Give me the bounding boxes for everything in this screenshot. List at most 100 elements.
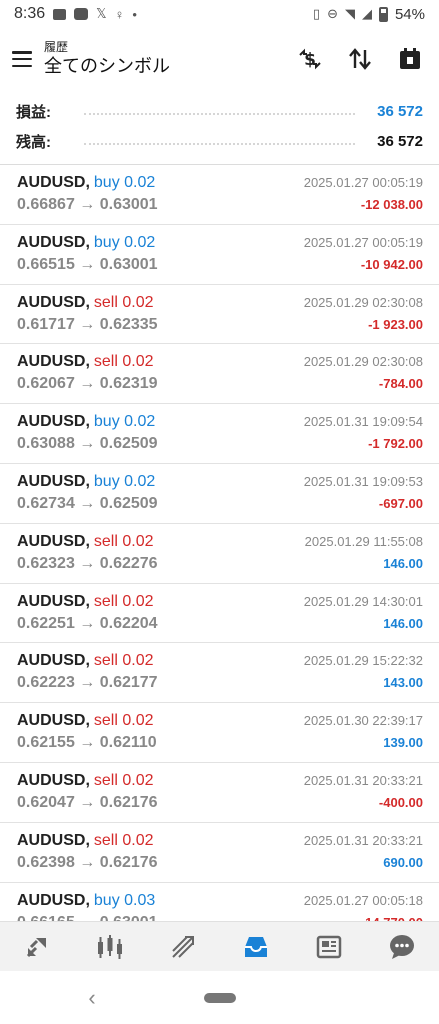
- profit-loss-row: 損益: 36 572: [0, 96, 439, 126]
- trade-symbol: AUDUSD,: [17, 712, 90, 730]
- trade-prices: 0.63088 → 0.62509: [17, 435, 158, 453]
- back-icon[interactable]: ‹: [82, 985, 102, 1010]
- trade-side-volume: buy 0.02: [93, 413, 156, 431]
- app-bar-titles[interactable]: 履歴 全てのシンボル: [44, 40, 170, 78]
- trade-symbol: AUDUSD,: [17, 532, 90, 550]
- trade-symbol: AUDUSD,: [17, 891, 90, 909]
- trade-prices: 0.62398 → 0.62176: [17, 853, 158, 871]
- account-summary: 損益: 36 572 残高: 36 572: [0, 96, 439, 156]
- status-time: 8:36: [14, 5, 46, 22]
- trade-side-volume: sell 0.02: [93, 592, 154, 610]
- trade-symbol: AUDUSD,: [17, 652, 90, 670]
- trade-symbol: AUDUSD,: [17, 472, 90, 490]
- profit-loss-label: 損益:: [16, 103, 51, 121]
- trade-time: 2025.01.29 15:22:32: [303, 653, 423, 669]
- trade-row[interactable]: AUDUSD, buy 0.02 2025.01.27 00:05:19 0.6686…: [0, 165, 439, 225]
- menu-icon[interactable]: [12, 51, 32, 67]
- trade-side-volume: sell 0.02: [93, 353, 154, 371]
- profit-loss-value: 36 572: [377, 102, 423, 120]
- trade-row[interactable]: AUDUSD, sell 0.02 2025.01.29 14:30:01 0.622…: [0, 584, 439, 644]
- gallery-notification-icon: [53, 8, 67, 20]
- trade-icon[interactable]: [163, 927, 203, 967]
- trade-prices: 0.62323 → 0.62276: [17, 554, 158, 572]
- trade-side-volume: buy 0.02: [93, 472, 156, 490]
- home-pill-icon[interactable]: [204, 993, 236, 1003]
- trade-prices: 0.66867 → 0.63001: [17, 196, 158, 213]
- trade-row[interactable]: AUDUSD, sell 0.02 2025.01.30 22:39:17 0.621…: [0, 703, 439, 763]
- bulb-notification-icon: ♀: [114, 6, 125, 22]
- trade-row[interactable]: AUDUSD, sell 0.02 2025.01.29 02:30:08 0.620…: [0, 344, 439, 405]
- trade-prices: 0.66165 → 0.63001: [17, 914, 158, 921]
- vibrate-icon: ▯: [312, 6, 321, 21]
- trade-side-volume: sell 0.02: [93, 712, 154, 730]
- trade-row[interactable]: AUDUSD, buy 0.02 2025.01.27 00:05:19 0.6651…: [0, 225, 439, 285]
- trade-row[interactable]: AUDUSD, sell 0.02 2025.01.29 11:55:08 0.623…: [0, 524, 439, 584]
- trade-row[interactable]: AUDUSD,buy 0.03 2025.01.27 00:05:18 0.6616…: [0, 883, 439, 921]
- trade-symbol: AUDUSD,: [17, 293, 90, 311]
- symbol-filter-title: 全てのシンボル: [44, 56, 170, 76]
- trade-row[interactable]: AUDUSD, buy 0.02 2025.01.31 19:09:53 0.6273…: [0, 464, 439, 524]
- trade-side-volume: buy 0.03: [93, 891, 156, 909]
- news-icon[interactable]: [309, 927, 349, 967]
- trade-side-volume: buy 0.02: [93, 233, 156, 251]
- balance-row: 残高: 36 572: [0, 126, 439, 156]
- trade-symbol: AUDUSD,: [17, 592, 90, 610]
- chart-icon[interactable]: [90, 927, 130, 967]
- bottom-navigation: [0, 921, 439, 971]
- trade-time: 2025.01.27 00:05:18: [303, 892, 423, 908]
- trade-prices: 0.61717 → 0.62335: [17, 315, 158, 333]
- trade-time: 2025.01.27 00:05:19: [303, 175, 423, 190]
- dotted-leader: [84, 113, 355, 115]
- quotes-icon[interactable]: [17, 927, 57, 967]
- trade-profit: -697.00: [378, 495, 423, 511]
- trade-profit: -1 923.00: [368, 316, 423, 332]
- trade-side-volume: sell 0.02: [93, 293, 154, 311]
- trade-profit: 146.00: [383, 555, 423, 571]
- wifi-icon: ◥: [344, 6, 355, 21]
- trade-prices: 0.62155 → 0.62110: [17, 734, 157, 752]
- trade-prices: 0.62251 → 0.62204: [17, 614, 158, 632]
- dnd-icon: ⊖: [327, 6, 338, 21]
- page-subtitle: 履歴: [44, 40, 69, 54]
- signal-icon: ◢: [361, 6, 372, 21]
- deposit-filter-icon[interactable]: $: [295, 44, 325, 74]
- trade-profit: 143.00: [383, 675, 423, 691]
- trade-row[interactable]: AUDUSD, sell 0.02 2025.01.31 20:33:21 0.623…: [0, 823, 439, 883]
- more-notifications-dot-icon: •: [132, 6, 137, 22]
- trade-side-volume: sell 0.02: [93, 831, 154, 849]
- trade-prices: 0.62047 → 0.62176: [17, 793, 158, 811]
- calendar-icon[interactable]: [395, 44, 425, 74]
- trade-side-volume: sell 0.02: [93, 532, 154, 550]
- trade-time: 2025.01.30 22:39:17: [303, 713, 423, 729]
- trade-profit: -400.00: [378, 794, 423, 810]
- line-notification-icon: [74, 8, 89, 20]
- trade-profit: -784.00: [378, 376, 423, 392]
- trade-profit: 139.00: [383, 735, 423, 751]
- trade-symbol: AUDUSD,: [17, 174, 90, 191]
- trade-row[interactable]: AUDUSD, buy 0.02 2025.01.31 19:09:54 0.6308…: [0, 404, 439, 464]
- trade-prices: 0.62223 → 0.62177: [17, 674, 158, 692]
- trade-history-list[interactable]: AUDUSD, buy 0.02 2025.01.27 00:05:19 0.6686…: [0, 165, 439, 921]
- trade-prices: 0.66515 → 0.63001: [17, 255, 158, 273]
- trade-row[interactable]: AUDUSD, sell 0.02 2025.01.29 15:22:32 0.622…: [0, 643, 439, 704]
- balance-value: 36 572: [377, 132, 423, 150]
- trade-row[interactable]: AUDUSD, sell 0.02 2025.01.31 20:33:21 0.620…: [0, 763, 439, 823]
- chat-icon[interactable]: [382, 927, 422, 967]
- trade-time: 2025.01.27 00:05:19: [303, 234, 423, 250]
- balance-label: 残高:: [16, 133, 51, 151]
- trade-time: 2025.01.31 20:33:21: [303, 772, 423, 788]
- trade-prices: 0.62067 → 0.62319: [17, 375, 158, 393]
- trade-symbol: AUDUSD,: [17, 353, 90, 371]
- sort-icon[interactable]: [345, 44, 375, 74]
- trade-side-volume: sell 0.02: [93, 771, 154, 789]
- trade-time: 2025.01.29 14:30:01: [303, 593, 423, 609]
- trade-prices: 0.62734 → 0.62509: [17, 494, 158, 512]
- status-bar: 8:36 𝕏 ♀ • ▯ ⊖ ◥ ◢ 54%: [0, 0, 439, 28]
- trade-time: 2025.01.31 20:33:21: [303, 832, 423, 848]
- trade-row[interactable]: AUDUSD, sell 0.02 2025.01.29 02:30:08 0.617…: [0, 285, 439, 345]
- system-navigation-bar: ‹: [0, 972, 439, 1024]
- trade-symbol: AUDUSD,: [17, 413, 90, 431]
- battery-percent: 54%: [394, 5, 425, 23]
- trade-profit: -10 942.00: [360, 256, 423, 272]
- history-icon[interactable]: [236, 927, 276, 967]
